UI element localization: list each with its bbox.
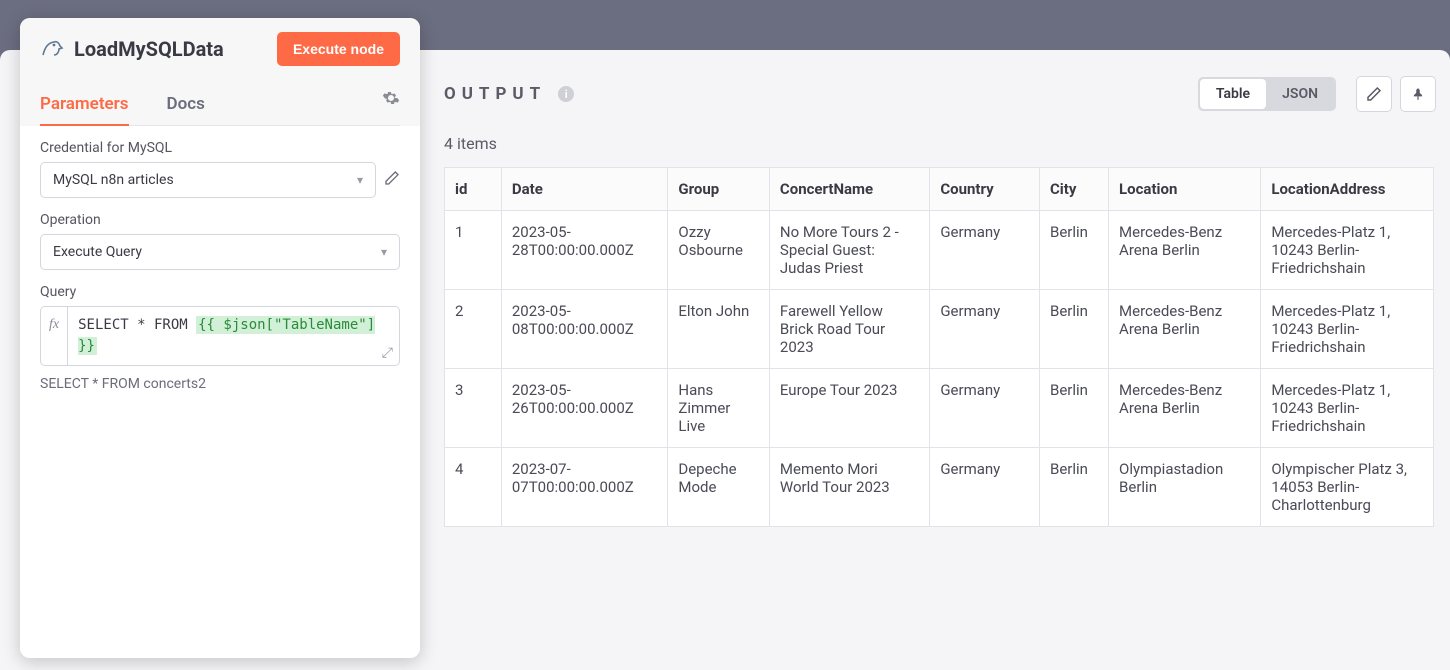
query-resolved: SELECT * FROM concerts2 (40, 376, 400, 392)
col-header[interactable]: ConcertName (769, 168, 929, 211)
gear-icon (382, 89, 400, 107)
execute-node-button[interactable]: Execute node (277, 32, 400, 66)
table-cell: 2023-05-08T00:00:00.000Z (501, 290, 668, 369)
table-cell: Elton John (668, 290, 770, 369)
table-cell: Mercedes-Benz Arena Berlin (1109, 369, 1261, 448)
table-cell: Farewell Yellow Brick Road Tour 2023 (769, 290, 929, 369)
edit-credential-button[interactable] (384, 170, 400, 190)
view-toggle: Table JSON (1198, 77, 1336, 111)
query-content[interactable]: SELECT * FROM {{ $json["TableName"] }} (68, 307, 399, 365)
credential-label: Credential for MySQL (40, 140, 400, 156)
table-cell: Mercedes-Benz Arena Berlin (1109, 211, 1261, 290)
pencil-icon (384, 170, 400, 186)
table-cell: Germany (930, 369, 1040, 448)
table-cell: Germany (930, 448, 1040, 527)
table-cell: Memento Mori World Tour 2023 (769, 448, 929, 527)
output-title: OUTPUT (444, 84, 546, 104)
table-cell: Mercedes-Platz 1, 10243 Berlin-Friedrich… (1261, 290, 1434, 369)
col-header[interactable]: City (1039, 168, 1108, 211)
view-json-button[interactable]: JSON (1266, 79, 1334, 109)
table-cell: Ozzy Osbourne (668, 211, 770, 290)
credential-select[interactable]: MySQL n8n articles ▾ (40, 162, 376, 198)
table-row[interactable]: 42023-07-07T00:00:00.000ZDepeche ModeMem… (445, 448, 1434, 527)
output-table: id Date Group ConcertName Country City L… (444, 167, 1434, 527)
chevron-down-icon: ▾ (357, 173, 363, 187)
table-cell: Depeche Mode (668, 448, 770, 527)
output-header: OUTPUT i Table JSON (444, 76, 1436, 112)
table-cell: Germany (930, 211, 1040, 290)
mysql-icon (40, 37, 64, 61)
table-cell: Berlin (1039, 290, 1108, 369)
pencil-icon (1366, 86, 1382, 102)
table-cell: Hans Zimmer Live (668, 369, 770, 448)
table-cell: Mercedes-Benz Arena Berlin (1109, 290, 1261, 369)
info-icon[interactable]: i (558, 86, 574, 102)
col-header[interactable]: Date (501, 168, 668, 211)
col-header[interactable]: Country (930, 168, 1040, 211)
table-cell: Berlin (1039, 369, 1108, 448)
operation-value: Execute Query (53, 244, 142, 260)
table-cell: Germany (930, 290, 1040, 369)
table-cell: Olympiastadion Berlin (1109, 448, 1261, 527)
node-title: LoadMySQLData (74, 37, 267, 61)
table-cell: 2023-05-26T00:00:00.000Z (501, 369, 668, 448)
pin-icon (1411, 86, 1425, 102)
col-header[interactable]: Location (1109, 168, 1261, 211)
col-header[interactable]: id (445, 168, 502, 211)
table-cell: Olympischer Platz 3, 14053 Berlin-Charlo… (1261, 448, 1434, 527)
table-row[interactable]: 12023-05-28T00:00:00.000ZOzzy OsbourneNo… (445, 211, 1434, 290)
query-input[interactable]: fx SELECT * FROM {{ $json["TableName"] }… (40, 306, 400, 366)
operation-label: Operation (40, 212, 400, 228)
query-label: Query (40, 284, 400, 300)
node-panel: LoadMySQLData Execute node Parameters Do… (20, 18, 420, 658)
table-row[interactable]: 32023-05-26T00:00:00.000ZHans Zimmer Liv… (445, 369, 1434, 448)
view-table-button[interactable]: Table (1200, 79, 1266, 109)
settings-button[interactable] (382, 89, 400, 121)
table-cell: Mercedes-Platz 1, 10243 Berlin-Friedrich… (1261, 369, 1434, 448)
expand-icon[interactable]: ⤢ (382, 345, 393, 361)
table-cell: Mercedes-Platz 1, 10243 Berlin-Friedrich… (1261, 211, 1434, 290)
table-cell: 1 (445, 211, 502, 290)
table-cell: Berlin (1039, 448, 1108, 527)
table-cell: Europe Tour 2023 (769, 369, 929, 448)
table-cell: Berlin (1039, 211, 1108, 290)
col-header[interactable]: Group (668, 168, 770, 211)
table-cell: No More Tours 2 - Special Guest: Judas P… (769, 211, 929, 290)
tab-docs[interactable]: Docs (167, 84, 205, 126)
table-row[interactable]: 22023-05-08T00:00:00.000ZElton JohnFarew… (445, 290, 1434, 369)
operation-select[interactable]: Execute Query ▾ (40, 234, 400, 270)
edit-output-button[interactable] (1356, 76, 1392, 112)
table-cell: 2023-07-07T00:00:00.000Z (501, 448, 668, 527)
table-header-row: id Date Group ConcertName Country City L… (445, 168, 1434, 211)
table-cell: 4 (445, 448, 502, 527)
expression-badge[interactable]: fx (41, 307, 68, 365)
table-cell: 3 (445, 369, 502, 448)
table-cell: 2023-05-28T00:00:00.000Z (501, 211, 668, 290)
pin-output-button[interactable] (1400, 76, 1436, 112)
credential-value: MySQL n8n articles (53, 172, 174, 188)
col-header[interactable]: LocationAddress (1261, 168, 1434, 211)
tab-parameters[interactable]: Parameters (40, 84, 129, 126)
items-count: 4 items (444, 134, 1436, 153)
table-cell: 2 (445, 290, 502, 369)
chevron-down-icon: ▾ (381, 245, 387, 259)
